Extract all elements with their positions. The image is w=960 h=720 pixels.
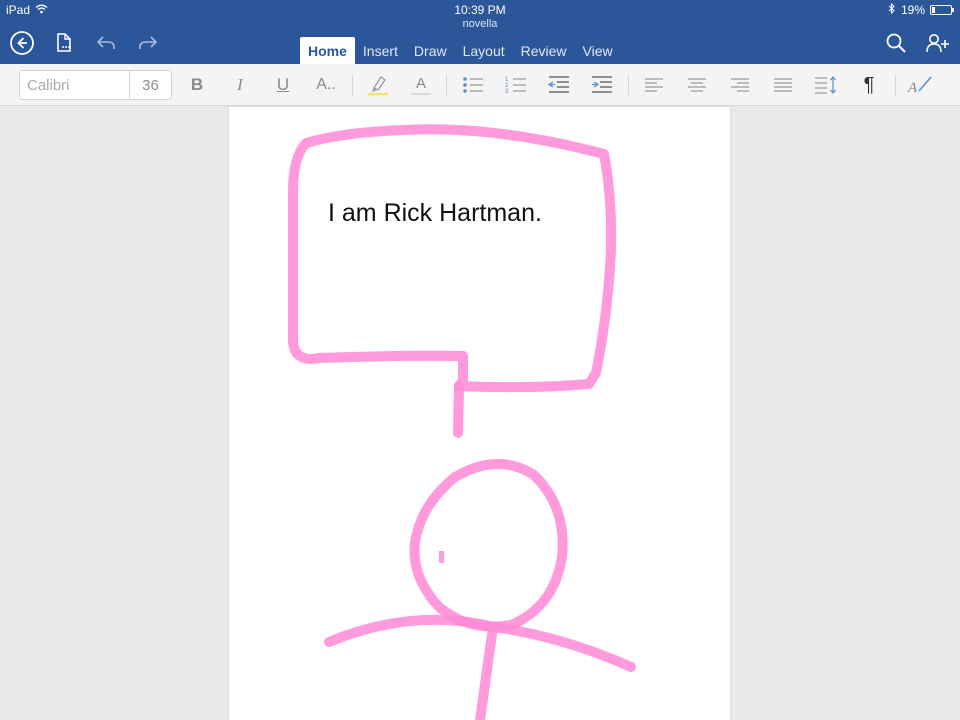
file-icon[interactable] [51, 30, 77, 56]
battery-fill [932, 7, 935, 13]
tab-home[interactable]: Home [300, 37, 355, 64]
tab-insert[interactable]: Insert [355, 37, 406, 64]
home-ribbon: Calibri 36 B I U A.. A 123 ¶ A [0, 64, 960, 106]
font-size-field[interactable]: 36 [130, 71, 171, 99]
tab-draw[interactable]: Draw [406, 37, 455, 64]
ribbon-divider [628, 75, 629, 95]
numbering-icon[interactable]: 123 [502, 73, 530, 97]
ribbon-tabs: Home Insert Draw Layout Review View [300, 37, 621, 64]
paragraph-marks-button[interactable]: ¶ [855, 73, 883, 97]
line-spacing-icon[interactable] [812, 73, 840, 97]
tab-view[interactable]: View [575, 37, 621, 64]
clock: 10:39 PM [454, 3, 506, 17]
tab-layout[interactable]: Layout [455, 37, 513, 64]
stick-figure-arms-stroke [324, 614, 636, 672]
document-page[interactable]: I am Rick Hartman. [229, 107, 730, 720]
align-center-icon[interactable] [683, 73, 711, 97]
text-effects-button[interactable]: A.. [312, 73, 340, 97]
italic-button[interactable]: I [226, 73, 254, 97]
redo-icon[interactable] [135, 30, 161, 56]
svg-text:A: A [907, 80, 918, 96]
decrease-indent-icon[interactable] [545, 73, 573, 97]
font-color-swatch [411, 92, 431, 96]
stick-figure-eye [439, 551, 444, 563]
battery-icon [930, 5, 954, 15]
share-user-icon[interactable] [925, 30, 951, 56]
undo-icon[interactable] [93, 30, 119, 56]
justify-icon[interactable] [769, 73, 797, 97]
bullets-icon[interactable] [459, 73, 487, 97]
align-right-icon[interactable] [726, 73, 754, 97]
styles-icon[interactable]: A [906, 73, 934, 97]
title-bar: iPad 10:39 PM 19% novella Home Insert Dr… [0, 0, 960, 64]
bold-button[interactable]: B [183, 73, 211, 97]
speech-bubble-stroke [288, 124, 617, 393]
highlight-icon[interactable] [364, 73, 392, 97]
ribbon-divider [352, 75, 353, 95]
status-right: 19% [888, 2, 954, 17]
increase-indent-icon[interactable] [588, 73, 616, 97]
stick-figure-head-stroke [409, 459, 568, 632]
font-color-label: A [415, 74, 426, 92]
battery-percent: 19% [900, 3, 925, 17]
ribbon-divider [895, 75, 896, 95]
speech-bubble-tail-stroke [453, 381, 464, 438]
font-color-button[interactable]: A [407, 73, 435, 97]
align-left-icon[interactable] [640, 73, 668, 97]
bluetooth-icon [888, 2, 896, 17]
font-picker: Calibri 36 [19, 70, 172, 100]
svg-text:3: 3 [505, 89, 509, 95]
document-text[interactable]: I am Rick Hartman. [328, 199, 542, 228]
document-title: novella [462, 18, 498, 30]
search-icon[interactable] [883, 30, 909, 56]
ribbon-divider [446, 75, 447, 95]
font-name-field[interactable]: Calibri [20, 71, 130, 99]
underline-button[interactable]: U [269, 73, 297, 97]
back-icon[interactable] [9, 30, 35, 56]
tab-review[interactable]: Review [513, 37, 575, 64]
stick-figure-body-stroke [475, 622, 498, 720]
